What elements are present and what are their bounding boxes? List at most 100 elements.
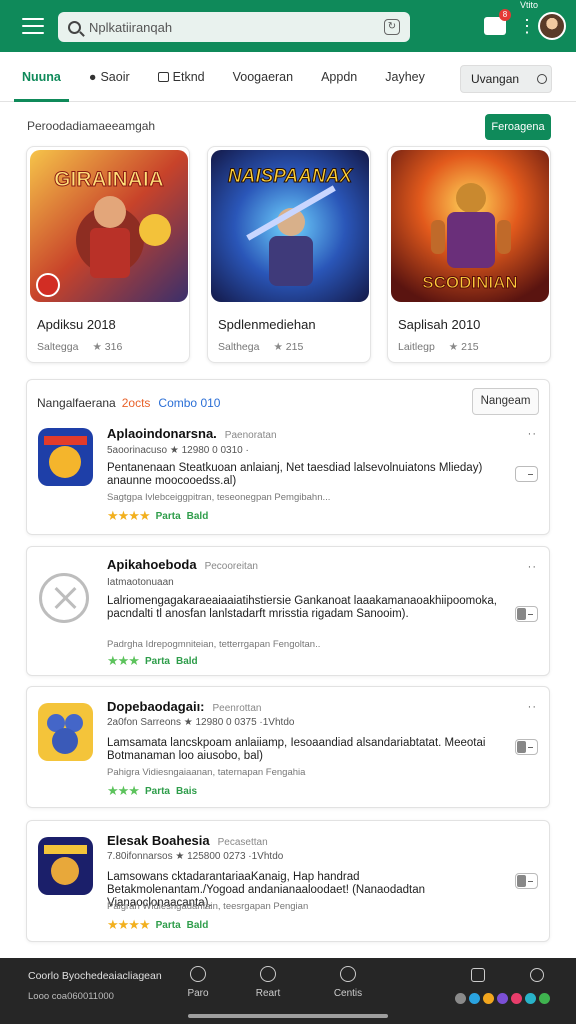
search-icon [68, 20, 81, 34]
tab-home[interactable]: Nuuna [14, 52, 69, 102]
tab-bar: Nuuna ● Saoir Etknd Voogaeran Appdn Jayhe… [0, 52, 576, 102]
circle-icon[interactable] [530, 968, 544, 982]
star-rating-icon: ★★★ [107, 653, 140, 668]
tab-search-button[interactable]: Uvangan [460, 65, 552, 93]
app-badge: Bais [175, 785, 198, 797]
app-category: Pecasettan [217, 837, 268, 848]
image-icon [157, 71, 169, 82]
star-icon: ★ [273, 341, 283, 353]
tab-label: Nuuna [22, 69, 61, 84]
social-icon[interactable] [539, 993, 550, 1004]
bottom-nav-item[interactable]: Reart [238, 966, 298, 999]
featured-rating: 215 [461, 341, 479, 353]
search-input[interactable]: Nplkatiiranqah ↻ [58, 12, 410, 42]
search-placeholder: Nplkatiiranqah [89, 19, 173, 35]
bottom-nav-item[interactable]: Centis [318, 966, 378, 999]
rating-label: Parta [144, 655, 170, 667]
more-icon[interactable]: ⋮ [518, 17, 536, 35]
tab-2[interactable]: ● Saoir [89, 52, 130, 102]
square-icon[interactable] [471, 968, 485, 982]
app-card: Apikahoeboda Pecooreitan Iatmaotonuaan La… [26, 546, 550, 676]
app-title[interactable]: Dopebaodagaiı: Peenrottan [107, 699, 261, 714]
tab-label: Jayhey [385, 69, 425, 84]
social-icon[interactable] [469, 993, 480, 1004]
chat-icon: ● [88, 69, 97, 84]
footer-line-2: Looo coa060011000 [28, 991, 114, 1002]
toggle-switch[interactable] [515, 739, 538, 755]
app-category: Paenoratan [224, 430, 277, 441]
close-icon[interactable] [39, 573, 89, 623]
app-list-card: Nangalfaerana 2octs Combo 010 Nangeam Apla… [26, 379, 550, 535]
app-icon[interactable] [38, 703, 93, 761]
social-icon[interactable] [483, 993, 494, 1004]
featured-button[interactable]: Feroagena [485, 114, 551, 140]
toggle-switch[interactable] [515, 606, 538, 622]
more-icon[interactable]: ·· [528, 701, 537, 713]
app-icon[interactable] [38, 837, 93, 895]
game-art: SCODINIAN [391, 150, 549, 302]
avatar[interactable] [538, 12, 566, 40]
app-badge: Bald [186, 919, 209, 931]
featured-title: Peroodadiamaeeamgah [27, 119, 156, 133]
art-title: GIRAINAIA [54, 168, 164, 191]
list-button[interactable]: Nangeam [472, 388, 539, 415]
tab-5[interactable]: Appdn [321, 52, 357, 102]
social-icon[interactable] [511, 993, 522, 1004]
tab-4[interactable]: Voogaeran [233, 52, 293, 102]
notification-icon[interactable]: 8 [484, 9, 511, 35]
social-icon[interactable] [497, 993, 508, 1004]
more-icon[interactable]: ·· [528, 428, 537, 440]
featured-category: Saltegga [37, 341, 79, 353]
more-icon[interactable]: ·· [528, 561, 537, 573]
rating-label: Parta [144, 785, 170, 797]
settings-icon [190, 966, 206, 982]
bottom-nav-item[interactable]: Paro [168, 966, 228, 999]
list-count: 2octs [121, 396, 151, 410]
app-description: Pentanenaan Steatkuoan anlaianj, Net tae… [107, 462, 483, 487]
app-description: Lamsamata lancskpoam anlaiiamp, Iesoaand… [107, 737, 486, 762]
featured-name: Saplisah 2010 [398, 317, 481, 332]
featured-rating: 215 [285, 341, 304, 353]
bottom-nav-label: Paro [187, 988, 209, 999]
app-meta: Iatmaotonuaan [107, 577, 174, 588]
featured-card[interactable]: NAISPAANAX Spdlenmediehan Salthega ★ 215 [207, 146, 371, 363]
toggle-switch[interactable] [515, 466, 538, 482]
star-rating-icon: ★★★ [107, 783, 140, 798]
app-badge: Bald [186, 510, 209, 522]
art-title: SCODINIAN [422, 273, 517, 292]
app-meta: 7.80ifonnarsos ★ 125800 0273 ·1Vhtdo [107, 851, 284, 862]
menu-icon[interactable] [22, 18, 44, 34]
bottom-nav-label: Reart [255, 988, 281, 999]
app-meta: 5aoorinacuso ★ 12980 0 0310 · [107, 445, 249, 456]
app-title[interactable]: Elesak Boahesia Pecasettan [107, 833, 268, 848]
tab-3[interactable]: Etknd [157, 52, 205, 102]
list-filter-link[interactable]: Combo 010 [158, 396, 220, 410]
tab-search-label: Uvangan [471, 72, 520, 86]
top-app-bar: Nplkatiiranqah ↻ Vtito 8 ⋮ [0, 0, 576, 52]
social-icon[interactable] [525, 993, 536, 1004]
featured-rating: 316 [104, 341, 123, 353]
social-icon[interactable] [455, 993, 466, 1004]
featured-sub: Saltegga ★ 316 [37, 341, 122, 353]
star-rating-icon: ★★★★ [107, 508, 151, 523]
search-icon [537, 74, 548, 84]
clear-icon[interactable]: ↻ [384, 19, 400, 35]
app-title-text: Apikahoeboda [107, 557, 197, 572]
toggle-switch[interactable] [515, 873, 538, 889]
home-indicator[interactable] [188, 1014, 388, 1018]
art-title: NAISPAANAX [228, 166, 354, 187]
app-description: Lalriomengagakaraeaiaaiatihstiersie Gank… [107, 595, 497, 620]
star-icon: ★ [92, 341, 102, 353]
notification-badge: 8 [499, 9, 511, 21]
tab-label: Etknd [172, 69, 205, 84]
tab-6[interactable]: Jayhey [385, 52, 425, 102]
app-title[interactable]: Aplaoindonarsna. Paenoratan [107, 426, 277, 441]
app-title[interactable]: Apikahoeboda Pecooreitan [107, 557, 258, 572]
app-category: Pecooreitan [204, 561, 258, 572]
featured-card[interactable]: SCODINIAN Saplisah 2010 Laitlegp ★ 215 [387, 146, 551, 363]
featured-card[interactable]: GIRAINAIA Apdiksu 2018 Saltegga ★ 316 [26, 146, 190, 363]
rating-label: Parta [155, 919, 181, 931]
featured-category: Salthega [218, 341, 260, 353]
app-icon[interactable] [38, 428, 93, 486]
app-meta: 2a0fon Sarreons ★ 12980 0 0375 ·1Vhtdo [107, 717, 295, 728]
